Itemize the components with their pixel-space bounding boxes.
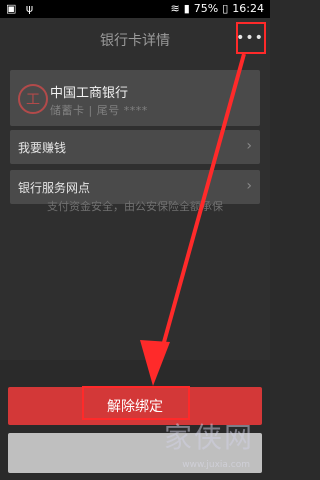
arrow-head <box>140 340 170 386</box>
watermark-text: 家侠网 <box>163 421 254 454</box>
arrow-line <box>154 53 246 372</box>
watermark-url: www.juxia.com <box>182 460 250 470</box>
annotation-arrow <box>140 53 246 386</box>
watermark: 家侠网 www.juxia.com <box>92 412 264 474</box>
